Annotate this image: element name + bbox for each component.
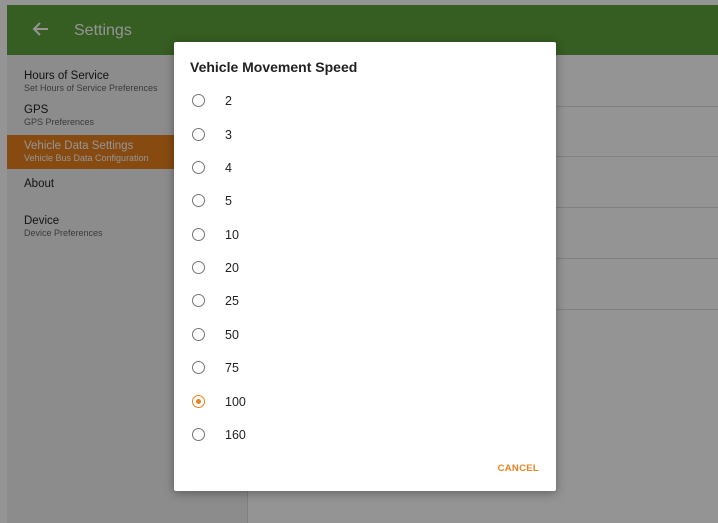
vehicle-movement-speed-dialog: Vehicle Movement Speed 2 3 4 5 10 20 25 … [174, 42, 556, 491]
speed-option-75[interactable]: 75 [174, 354, 556, 384]
speed-option-100[interactable]: 100 [174, 388, 556, 418]
speed-option-5[interactable]: 5 [174, 187, 556, 217]
speed-option-50[interactable]: 50 [174, 321, 556, 351]
speed-option-20[interactable]: 20 [174, 254, 556, 284]
speed-option-160[interactable]: 160 [174, 421, 556, 451]
speed-option-10[interactable]: 10 [174, 221, 556, 251]
radio-button[interactable] [192, 128, 205, 141]
option-label: 75 [225, 361, 239, 375]
radio-button[interactable] [192, 161, 205, 174]
option-label: 20 [225, 261, 239, 275]
radio-button[interactable] [192, 228, 205, 241]
speed-option-3[interactable]: 3 [174, 121, 556, 151]
radio-button[interactable] [192, 361, 205, 374]
option-label: 4 [225, 161, 232, 175]
speed-option-2[interactable]: 2 [174, 87, 556, 117]
option-label: 2 [225, 94, 232, 108]
option-label: 5 [225, 194, 232, 208]
radio-button[interactable] [192, 328, 205, 341]
cancel-button[interactable]: CANCEL [498, 463, 539, 474]
radio-button[interactable] [192, 428, 205, 441]
option-label: 25 [225, 294, 239, 308]
radio-button[interactable] [192, 94, 205, 107]
speed-option-4[interactable]: 4 [174, 154, 556, 184]
dialog-title: Vehicle Movement Speed [190, 59, 358, 75]
option-label: 3 [225, 128, 232, 142]
option-label: 50 [225, 328, 239, 342]
radio-button-selected[interactable] [192, 395, 205, 408]
radio-button[interactable] [192, 194, 205, 207]
option-label: 100 [225, 395, 246, 409]
radio-button[interactable] [192, 261, 205, 274]
option-label: 160 [225, 428, 246, 442]
option-label: 10 [225, 228, 239, 242]
speed-option-25[interactable]: 25 [174, 287, 556, 317]
radio-button[interactable] [192, 294, 205, 307]
